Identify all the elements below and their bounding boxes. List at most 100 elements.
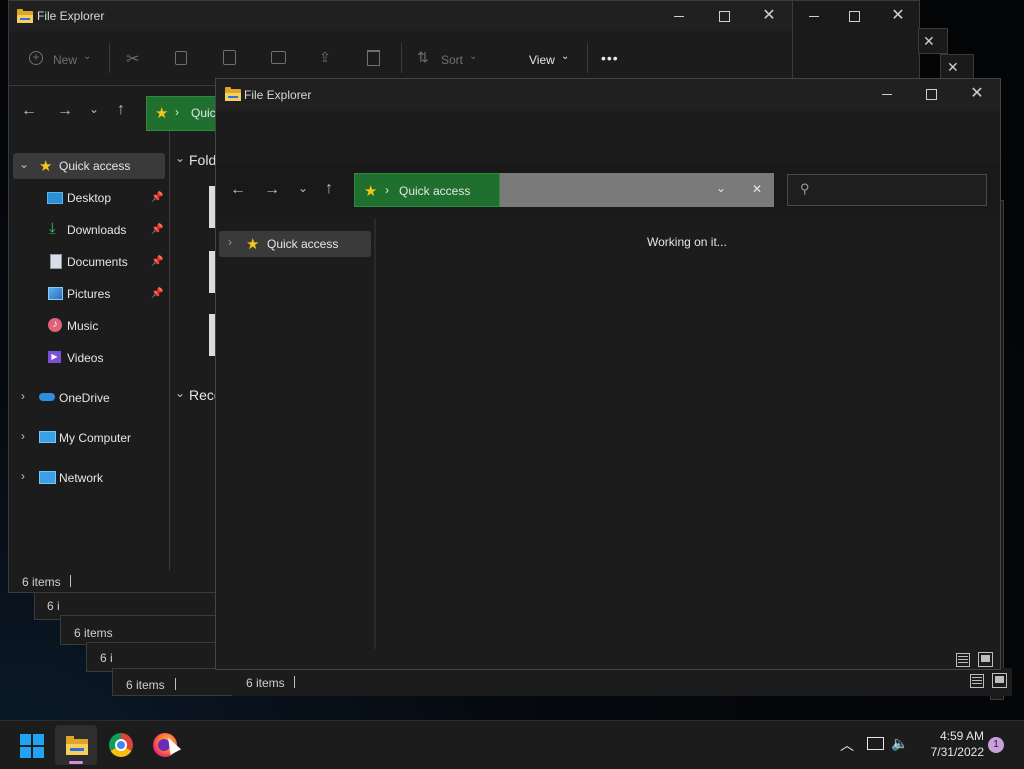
close-button[interactable]: ✕ — [746, 1, 792, 31]
maximize-button[interactable] — [908, 79, 954, 109]
tiles-view-icon[interactable] — [978, 652, 993, 667]
windows-start-icon[interactable] — [20, 734, 44, 758]
clock-time: 4:59 AM — [939, 729, 984, 743]
chevron-right-icon[interactable]: › — [228, 235, 232, 249]
close-icon[interactable]: ✕ — [923, 33, 935, 50]
minimize-button[interactable] — [864, 79, 910, 109]
recent-locations-icon[interactable]: ⌄ — [298, 181, 308, 195]
star-icon: ★ — [39, 158, 53, 175]
sidebar-item-label: Quick access — [59, 159, 131, 173]
up-icon[interactable]: ↑ — [117, 101, 125, 119]
sidebar-item-desktop[interactable]: Desktop 📌 — [13, 185, 165, 211]
status-text: 6 items — [246, 676, 285, 690]
more-options-icon[interactable]: ••• — [601, 50, 619, 66]
chevron-down-icon[interactable]: ⌄ — [716, 181, 726, 195]
window-title: File Explorer — [37, 9, 105, 23]
maximize-button[interactable] — [831, 1, 877, 31]
sidebar-item-documents[interactable]: Documents 📌 — [13, 249, 165, 275]
sidebar-item-quick-access[interactable]: › ★ Quick access — [219, 231, 371, 257]
file-explorer-taskbar-button[interactable] — [55, 725, 97, 765]
close-button[interactable]: ✕ — [954, 79, 1000, 109]
network-icon[interactable] — [867, 737, 884, 750]
pin-icon[interactable]: 📌 — [151, 224, 163, 235]
chevron-down-icon[interactable]: ⌄ — [175, 386, 185, 400]
star-icon: ★ — [364, 183, 378, 200]
search-input[interactable]: ⚲ — [787, 174, 987, 206]
chevron-up-icon[interactable]: ︿ — [840, 735, 854, 755]
address-input-area[interactable]: ⌄ ✕ — [500, 173, 774, 207]
stacked-window-e: 6 items — [232, 668, 1012, 696]
title-bar[interactable]: File Explorer ✕ — [216, 79, 1000, 111]
copy-icon[interactable] — [175, 51, 187, 65]
sidebar-item-onedrive[interactable]: › OneDrive — [13, 385, 165, 411]
document-icon — [50, 254, 62, 269]
loading-text: Working on it... — [647, 235, 727, 249]
sidebar-item-quick-access[interactable]: ⌄ ★ Quick access — [13, 153, 165, 179]
pin-icon[interactable]: 📌 — [151, 192, 163, 203]
chevron-right-icon[interactable]: › — [21, 429, 25, 443]
star-icon: ★ — [246, 236, 260, 253]
pin-icon[interactable]: 📌 — [151, 288, 163, 299]
address-text: Quick access — [399, 184, 471, 198]
sidebar-item-label: Network — [59, 471, 104, 485]
notification-badge[interactable]: 1 — [988, 737, 1004, 753]
sidebar-item-music[interactable]: ♪ Music — [13, 313, 165, 339]
back-icon[interactable]: ← — [21, 102, 37, 120]
search-icon: ⚲ — [800, 181, 810, 196]
rename-icon[interactable] — [271, 51, 286, 64]
new-button[interactable]: New — [53, 53, 77, 67]
sidebar-item-label: Desktop — [67, 191, 112, 205]
maximize-button[interactable] — [701, 1, 747, 31]
sidebar-item-label: Pictures — [67, 287, 111, 301]
sidebar-item-pictures[interactable]: Pictures 📌 — [13, 281, 165, 307]
clock[interactable]: 4:59 AM 7/31/2022 — [914, 729, 984, 759]
chevron-down-icon: ⌄ — [83, 51, 92, 62]
address-bar[interactable]: ★ › Quick access ⌄ ✕ — [354, 173, 774, 207]
paste-icon[interactable] — [223, 50, 236, 65]
delete-icon[interactable] — [367, 50, 380, 66]
chrome-icon[interactable] — [109, 733, 133, 757]
cut-icon[interactable]: ✂ — [126, 49, 139, 69]
chevron-right-icon[interactable]: › — [21, 469, 25, 483]
sidebar-item-my-computer[interactable]: › My Computer — [13, 425, 165, 451]
title-bar[interactable]: File Explorer ✕ — [9, 1, 792, 31]
chevron-down-icon: ⌄ — [469, 51, 478, 62]
details-view-icon[interactable] — [970, 674, 984, 688]
sidebar-item-videos[interactable]: ▶ Videos — [13, 345, 165, 371]
chevron-down-icon[interactable]: ⌄ — [175, 151, 185, 165]
sidebar-item-downloads[interactable]: ⤓ Downloads 📌 — [13, 217, 165, 243]
close-icon[interactable]: ✕ — [947, 59, 959, 76]
chevron-right-icon[interactable]: › — [21, 389, 25, 403]
up-icon[interactable]: ↑ — [325, 180, 333, 198]
details-view-icon[interactable] — [956, 653, 970, 667]
tiles-view-icon[interactable] — [992, 673, 1007, 688]
address-breadcrumb[interactable]: ★ › Quick access — [354, 173, 500, 207]
pin-icon[interactable]: 📌 — [151, 256, 163, 267]
sidebar-item-label: Documents — [67, 255, 128, 269]
back-icon[interactable]: ← — [230, 181, 246, 199]
section-folders-header[interactable]: Fold — [189, 152, 216, 168]
sidebar-item-network[interactable]: › Network — [13, 465, 165, 491]
forward-icon[interactable]: → — [57, 102, 73, 120]
sidebar-item-label: Videos — [67, 351, 104, 365]
chevron-down-icon: ⌄ — [561, 51, 570, 62]
sidebar-item-label: Quick access — [267, 237, 339, 251]
forward-icon[interactable]: → — [264, 181, 280, 199]
pane-divider[interactable] — [169, 131, 170, 571]
address-bar[interactable]: ★ › Quic — [146, 96, 218, 131]
chevron-down-icon[interactable]: ⌄ — [19, 157, 29, 171]
sort-button[interactable]: Sort — [441, 53, 463, 67]
volume-icon[interactable]: 🔈 — [891, 735, 908, 752]
share-icon[interactable]: ⇪ — [319, 49, 331, 66]
recent-locations-icon[interactable]: ⌄ — [89, 102, 99, 116]
close-button[interactable]: ✕ — [875, 1, 921, 31]
navigation-pane: › ★ Quick access — [216, 219, 374, 649]
navigation-pane: ⌄ ★ Quick access Desktop 📌 ⤓ Downloads 📌… — [9, 141, 169, 571]
pane-divider[interactable] — [374, 219, 376, 649]
minimize-button[interactable] — [656, 1, 702, 31]
view-button[interactable]: View — [529, 53, 555, 67]
sidebar-item-label: OneDrive — [59, 391, 110, 405]
close-icon[interactable]: ✕ — [752, 182, 762, 196]
window-title: File Explorer — [244, 88, 312, 102]
music-icon: ♪ — [48, 318, 62, 332]
